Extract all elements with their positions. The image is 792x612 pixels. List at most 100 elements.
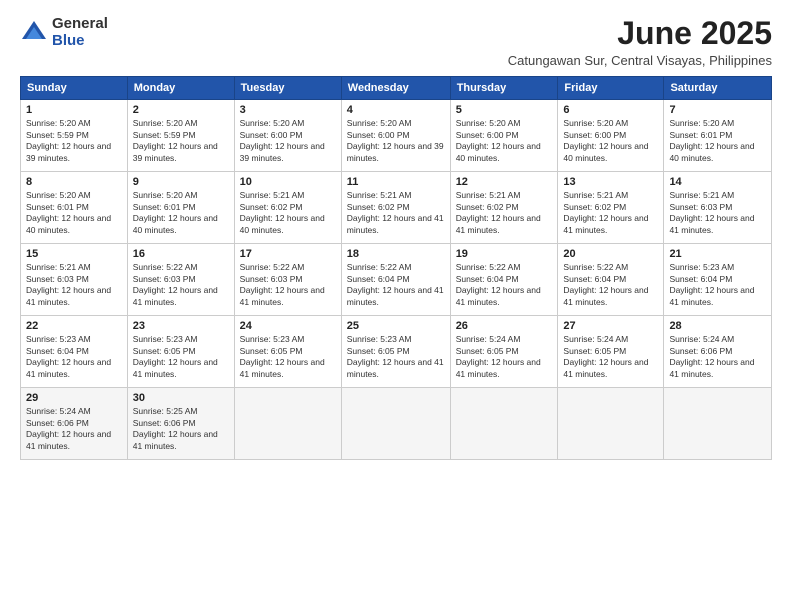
logo-icon [20,19,48,47]
title-section: June 2025 Catungawan Sur, Central Visaya… [508,16,772,68]
header-wednesday: Wednesday [341,77,450,100]
day-info: Sunrise: 5:24 AM Sunset: 6:06 PM Dayligh… [26,406,122,452]
day-number: 22 [26,320,122,332]
table-row: 6 Sunrise: 5:20 AM Sunset: 6:00 PM Dayli… [558,100,664,172]
table-row: 27 Sunrise: 5:24 AM Sunset: 6:05 PM Dayl… [558,316,664,388]
day-number: 10 [240,176,336,188]
day-info: Sunrise: 5:23 AM Sunset: 6:04 PM Dayligh… [26,334,122,380]
day-info: Sunrise: 5:23 AM Sunset: 6:05 PM Dayligh… [133,334,229,380]
header-saturday: Saturday [664,77,772,100]
day-number: 7 [669,104,766,116]
header-thursday: Thursday [450,77,558,100]
day-number: 4 [347,104,445,116]
table-row: 14 Sunrise: 5:21 AM Sunset: 6:03 PM Dayl… [664,172,772,244]
day-info: Sunrise: 5:20 AM Sunset: 6:00 PM Dayligh… [456,118,553,164]
table-row [664,388,772,460]
day-info: Sunrise: 5:22 AM Sunset: 6:04 PM Dayligh… [456,262,553,308]
day-info: Sunrise: 5:23 AM Sunset: 6:04 PM Dayligh… [669,262,766,308]
day-info: Sunrise: 5:22 AM Sunset: 6:03 PM Dayligh… [133,262,229,308]
day-info: Sunrise: 5:23 AM Sunset: 6:05 PM Dayligh… [240,334,336,380]
day-info: Sunrise: 5:22 AM Sunset: 6:04 PM Dayligh… [347,262,445,308]
day-info: Sunrise: 5:21 AM Sunset: 6:03 PM Dayligh… [26,262,122,308]
day-info: Sunrise: 5:20 AM Sunset: 6:00 PM Dayligh… [563,118,658,164]
day-number: 13 [563,176,658,188]
day-number: 27 [563,320,658,332]
table-row [450,388,558,460]
day-number: 3 [240,104,336,116]
month-title: June 2025 [508,16,772,51]
table-row: 19 Sunrise: 5:22 AM Sunset: 6:04 PM Dayl… [450,244,558,316]
table-row: 3 Sunrise: 5:20 AM Sunset: 6:00 PM Dayli… [234,100,341,172]
table-row: 8 Sunrise: 5:20 AM Sunset: 6:01 PM Dayli… [21,172,128,244]
table-row: 13 Sunrise: 5:21 AM Sunset: 6:02 PM Dayl… [558,172,664,244]
day-info: Sunrise: 5:21 AM Sunset: 6:02 PM Dayligh… [347,190,445,236]
day-info: Sunrise: 5:20 AM Sunset: 5:59 PM Dayligh… [133,118,229,164]
day-number: 18 [347,248,445,260]
calendar-header-row: Sunday Monday Tuesday Wednesday Thursday… [21,77,772,100]
header-friday: Friday [558,77,664,100]
day-number: 17 [240,248,336,260]
day-number: 19 [456,248,553,260]
day-info: Sunrise: 5:25 AM Sunset: 6:06 PM Dayligh… [133,406,229,452]
calendar-table: Sunday Monday Tuesday Wednesday Thursday… [20,76,772,460]
day-number: 2 [133,104,229,116]
day-number: 28 [669,320,766,332]
table-row: 23 Sunrise: 5:23 AM Sunset: 6:05 PM Dayl… [127,316,234,388]
header-sunday: Sunday [21,77,128,100]
table-row: 1 Sunrise: 5:20 AM Sunset: 5:59 PM Dayli… [21,100,128,172]
table-row: 10 Sunrise: 5:21 AM Sunset: 6:02 PM Dayl… [234,172,341,244]
table-row: 16 Sunrise: 5:22 AM Sunset: 6:03 PM Dayl… [127,244,234,316]
location-title: Catungawan Sur, Central Visayas, Philipp… [508,53,772,68]
table-row [341,388,450,460]
day-number: 30 [133,392,229,404]
calendar-row: 29 Sunrise: 5:24 AM Sunset: 6:06 PM Dayl… [21,388,772,460]
table-row: 4 Sunrise: 5:20 AM Sunset: 6:00 PM Dayli… [341,100,450,172]
table-row: 30 Sunrise: 5:25 AM Sunset: 6:06 PM Dayl… [127,388,234,460]
day-number: 5 [456,104,553,116]
day-info: Sunrise: 5:21 AM Sunset: 6:02 PM Dayligh… [563,190,658,236]
calendar-row: 15 Sunrise: 5:21 AM Sunset: 6:03 PM Dayl… [21,244,772,316]
day-number: 1 [26,104,122,116]
day-number: 6 [563,104,658,116]
logo-blue: Blue [52,33,108,50]
table-row: 29 Sunrise: 5:24 AM Sunset: 6:06 PM Dayl… [21,388,128,460]
day-info: Sunrise: 5:22 AM Sunset: 6:03 PM Dayligh… [240,262,336,308]
table-row: 11 Sunrise: 5:21 AM Sunset: 6:02 PM Dayl… [341,172,450,244]
header-tuesday: Tuesday [234,77,341,100]
day-number: 12 [456,176,553,188]
day-info: Sunrise: 5:20 AM Sunset: 6:00 PM Dayligh… [240,118,336,164]
table-row: 2 Sunrise: 5:20 AM Sunset: 5:59 PM Dayli… [127,100,234,172]
table-row: 20 Sunrise: 5:22 AM Sunset: 6:04 PM Dayl… [558,244,664,316]
day-info: Sunrise: 5:20 AM Sunset: 6:00 PM Dayligh… [347,118,445,164]
calendar-row: 1 Sunrise: 5:20 AM Sunset: 5:59 PM Dayli… [21,100,772,172]
table-row: 17 Sunrise: 5:22 AM Sunset: 6:03 PM Dayl… [234,244,341,316]
table-row: 26 Sunrise: 5:24 AM Sunset: 6:05 PM Dayl… [450,316,558,388]
table-row: 9 Sunrise: 5:20 AM Sunset: 6:01 PM Dayli… [127,172,234,244]
day-info: Sunrise: 5:21 AM Sunset: 6:02 PM Dayligh… [240,190,336,236]
day-number: 15 [26,248,122,260]
day-info: Sunrise: 5:20 AM Sunset: 5:59 PM Dayligh… [26,118,122,164]
day-number: 16 [133,248,229,260]
day-number: 21 [669,248,766,260]
table-row: 24 Sunrise: 5:23 AM Sunset: 6:05 PM Dayl… [234,316,341,388]
table-row: 5 Sunrise: 5:20 AM Sunset: 6:00 PM Dayli… [450,100,558,172]
day-info: Sunrise: 5:23 AM Sunset: 6:05 PM Dayligh… [347,334,445,380]
header: General Blue June 2025 Catungawan Sur, C… [20,16,772,68]
day-info: Sunrise: 5:20 AM Sunset: 6:01 PM Dayligh… [669,118,766,164]
table-row: 7 Sunrise: 5:20 AM Sunset: 6:01 PM Dayli… [664,100,772,172]
calendar-row: 22 Sunrise: 5:23 AM Sunset: 6:04 PM Dayl… [21,316,772,388]
calendar-row: 8 Sunrise: 5:20 AM Sunset: 6:01 PM Dayli… [21,172,772,244]
day-info: Sunrise: 5:22 AM Sunset: 6:04 PM Dayligh… [563,262,658,308]
header-monday: Monday [127,77,234,100]
day-info: Sunrise: 5:21 AM Sunset: 6:03 PM Dayligh… [669,190,766,236]
day-number: 25 [347,320,445,332]
logo-general: General [52,16,108,33]
table-row: 18 Sunrise: 5:22 AM Sunset: 6:04 PM Dayl… [341,244,450,316]
day-number: 14 [669,176,766,188]
day-info: Sunrise: 5:24 AM Sunset: 6:06 PM Dayligh… [669,334,766,380]
day-info: Sunrise: 5:21 AM Sunset: 6:02 PM Dayligh… [456,190,553,236]
day-number: 8 [26,176,122,188]
day-info: Sunrise: 5:24 AM Sunset: 6:05 PM Dayligh… [563,334,658,380]
table-row: 12 Sunrise: 5:21 AM Sunset: 6:02 PM Dayl… [450,172,558,244]
day-number: 9 [133,176,229,188]
